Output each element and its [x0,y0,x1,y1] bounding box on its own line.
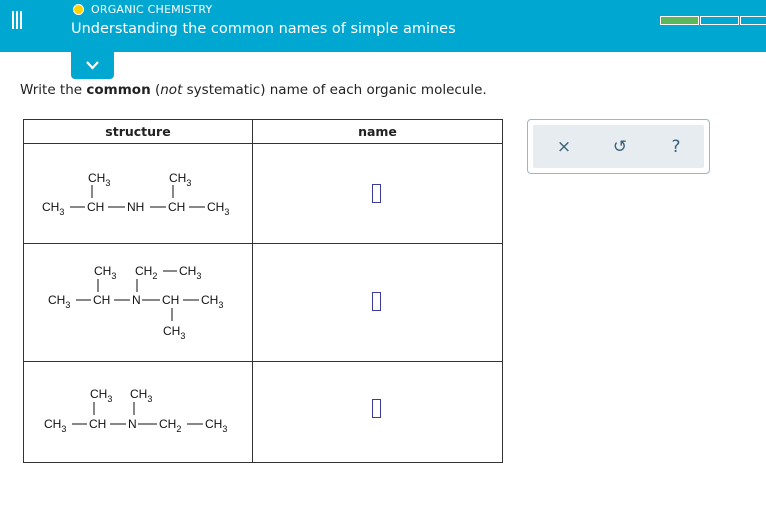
atom-label: CH3 [42,200,64,217]
answer-input-2[interactable] [372,292,381,311]
atom-label: CH [93,293,110,307]
atom-label: CH2 [159,417,181,434]
atom-label: CH3 [207,200,229,217]
category-dot-icon [73,4,84,15]
clear-button[interactable]: × [553,136,575,158]
collapse-toggle-button[interactable] [71,52,114,79]
tools-bar: × ↺ ? [533,125,704,168]
question-table: structure name CH3 CH3 CH3 CH NH CH CH3 [23,119,503,463]
structure-header: structure [23,119,253,144]
atom-label: NH [127,200,144,214]
atom-label: CH2 [135,264,157,281]
help-button[interactable]: ? [665,136,687,158]
atom-label: CH3 [48,293,70,310]
progress-segment-1 [660,16,699,25]
x-icon: × [556,137,572,157]
atom-label: CH [89,417,106,431]
structure-cell-3: CH3 CH3 CH3 CH N CH2 CH3 [23,361,253,463]
answer-input-1[interactable] [372,184,381,203]
atom-label: CH3 [169,171,191,188]
structure-cell-1: CH3 CH3 CH3 CH NH CH CH3 [23,143,253,244]
prompt-italic: not [160,82,183,98]
answer-input-3[interactable] [372,399,381,418]
name-header: name [252,119,503,144]
undo-icon: ↺ [612,137,628,157]
atom-label: N [128,417,137,431]
atom-label: CH3 [205,417,227,434]
prompt-text: systematic) name of each organic molecul… [182,82,487,98]
atom-label: CH3 [201,293,223,310]
header-bar: ORGANIC CHEMISTRY Understanding the comm… [0,0,766,52]
answer-cell-3 [252,361,503,463]
molecule-3: CH3 CH3 CH3 CH N CH2 CH3 [44,387,227,434]
question-prompt: Write the common (not systematic) name o… [20,82,487,98]
undo-button[interactable]: ↺ [609,136,631,158]
atom-label: CH3 [88,171,110,188]
hamburger-icon-bar [16,11,18,29]
progress-segment-3 [740,16,766,25]
atom-label: CH3 [44,417,66,434]
atom-label: N [132,293,141,307]
molecule-2: CH3 CH2 CH3 CH3 CH N CH CH3 CH3 [48,264,223,341]
topic-title: Understanding the common names of simple… [71,21,456,37]
atom-label: CH [87,200,104,214]
structure-cell-2: CH3 CH2 CH3 CH3 CH N CH CH3 CH3 [23,243,253,362]
answer-cell-1 [252,143,503,244]
progress-segment-2 [700,16,739,25]
molecule-1: CH3 CH3 CH3 CH NH CH CH3 [42,171,229,217]
hamburger-icon [12,11,14,29]
atom-label: CH3 [94,264,116,281]
menu-button[interactable] [0,0,32,40]
question-icon: ? [671,137,681,157]
atom-label: CH3 [179,264,201,281]
hamburger-icon-bar [20,11,22,29]
atom-label: CH [168,200,185,214]
answer-tools-panel: × ↺ ? [527,119,710,174]
prompt-text: Write the [20,82,87,98]
category-label: ORGANIC CHEMISTRY [91,3,213,16]
atom-label: CH [162,293,179,307]
answer-cell-2 [252,243,503,362]
chevron-down-icon [86,61,99,70]
prompt-bold: common [86,82,151,98]
atom-label: CH3 [130,387,152,404]
atom-label: CH3 [163,324,185,341]
prompt-text: ( [150,82,161,98]
atom-label: CH3 [90,387,112,404]
